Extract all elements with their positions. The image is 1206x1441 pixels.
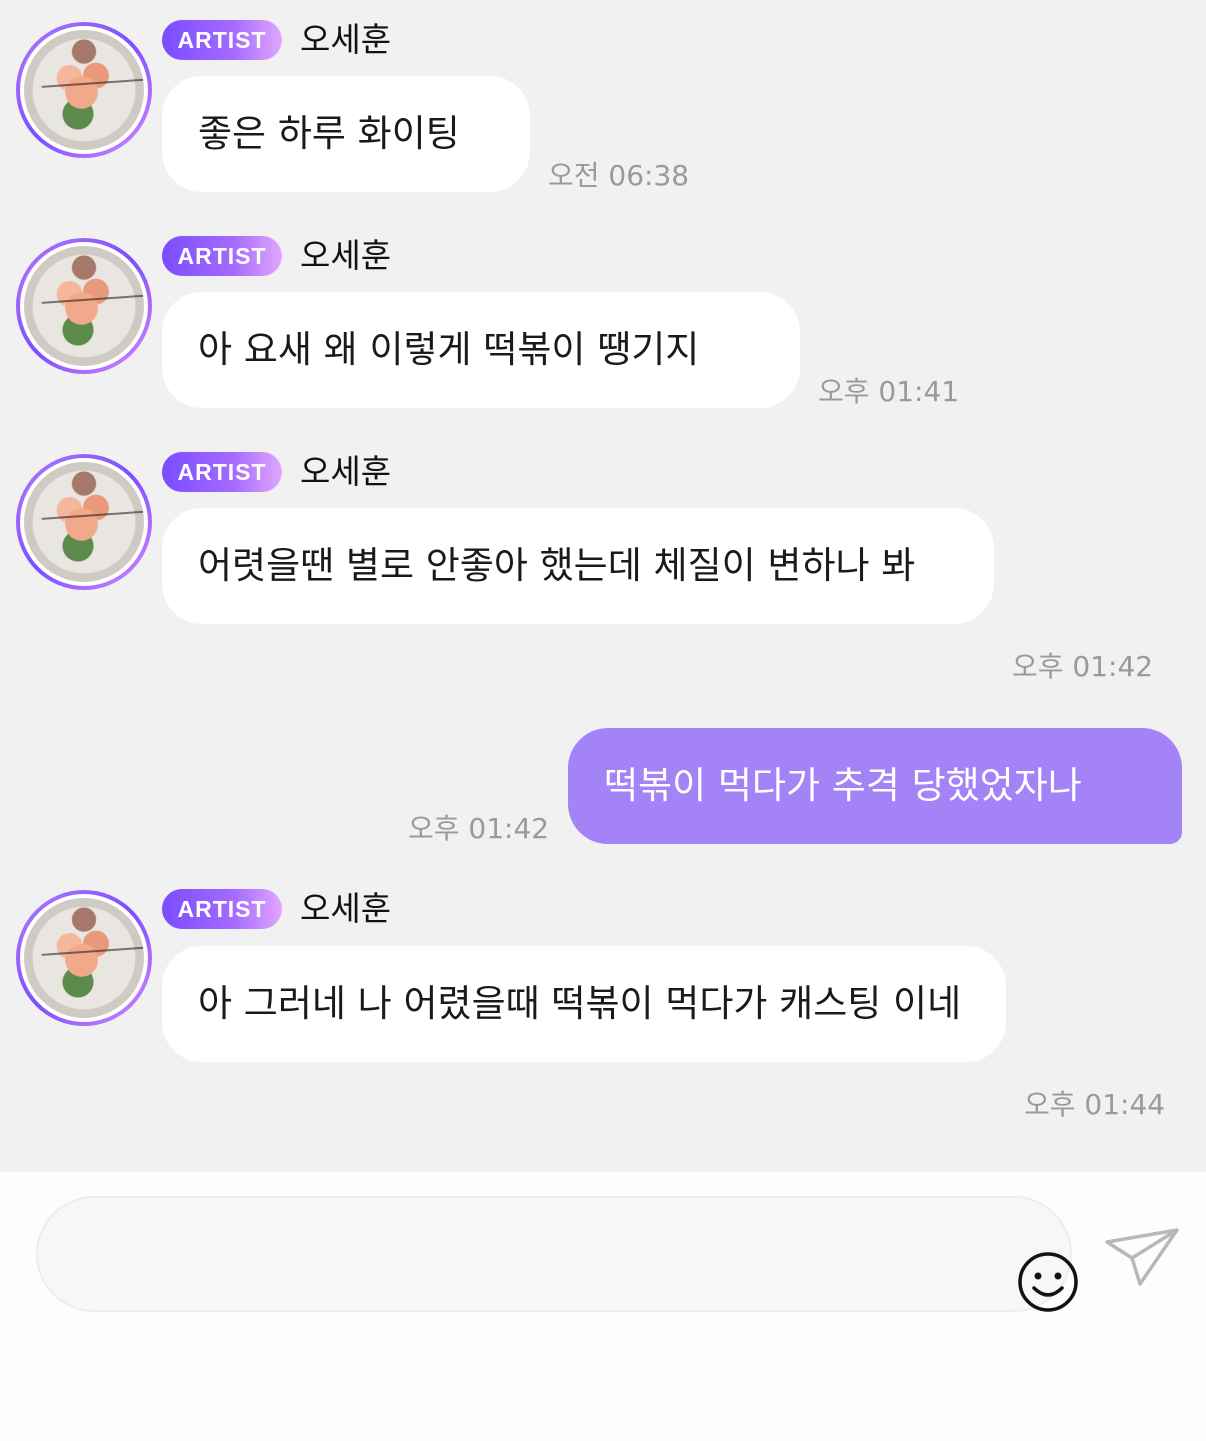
artist-avatar[interactable]: [16, 238, 152, 374]
message-bubble[interactable]: 아 그러네 나 어렸을때 떡볶이 먹다가 캐스팅 이네: [162, 946, 1006, 1062]
message-composer: [0, 1172, 1206, 1441]
message-time: 오전 06:38: [548, 159, 690, 192]
artist-avatar[interactable]: [16, 454, 152, 590]
sender-name: 오세훈: [300, 889, 392, 928]
paper-plane-icon[interactable]: [1104, 1226, 1180, 1288]
message-bubble[interactable]: 좋은 하루 화이팅: [162, 76, 530, 192]
artist-badge: ARTIST: [162, 889, 282, 929]
sender-name: 오세훈: [300, 452, 392, 491]
sender-name: 오세훈: [300, 236, 392, 275]
message-input-box[interactable]: [36, 1196, 1078, 1312]
message-time: 오후 01:44: [1024, 1088, 1166, 1121]
artist-avatar[interactable]: [16, 890, 152, 1026]
my-message-bubble[interactable]: 떡볶이 먹다가 추격 당했었자나: [568, 728, 1182, 844]
artist-badge: ARTIST: [162, 236, 282, 276]
smiley-icon[interactable]: [1016, 1250, 1080, 1314]
message-input[interactable]: [78, 1228, 962, 1282]
artist-badge: ARTIST: [162, 452, 282, 492]
message-bubble[interactable]: 아 요새 왜 이렇게 떡볶이 땡기지: [162, 292, 800, 408]
message-time: 오후 01:41: [818, 375, 960, 408]
chat-area: ARTIST 오세훈 좋은 하루 화이팅 오전 06:38 ARTIST 오세훈…: [0, 0, 1206, 1172]
message-bubble[interactable]: 어렷을땐 별로 안좋아 했는데 체질이 변하나 봐: [162, 508, 994, 624]
artist-avatar[interactable]: [16, 22, 152, 158]
sender-name: 오세훈: [300, 20, 392, 59]
message-time: 오후 01:42: [1012, 650, 1154, 683]
artist-badge: ARTIST: [162, 20, 282, 60]
message-time: 오후 01:42: [408, 812, 550, 845]
